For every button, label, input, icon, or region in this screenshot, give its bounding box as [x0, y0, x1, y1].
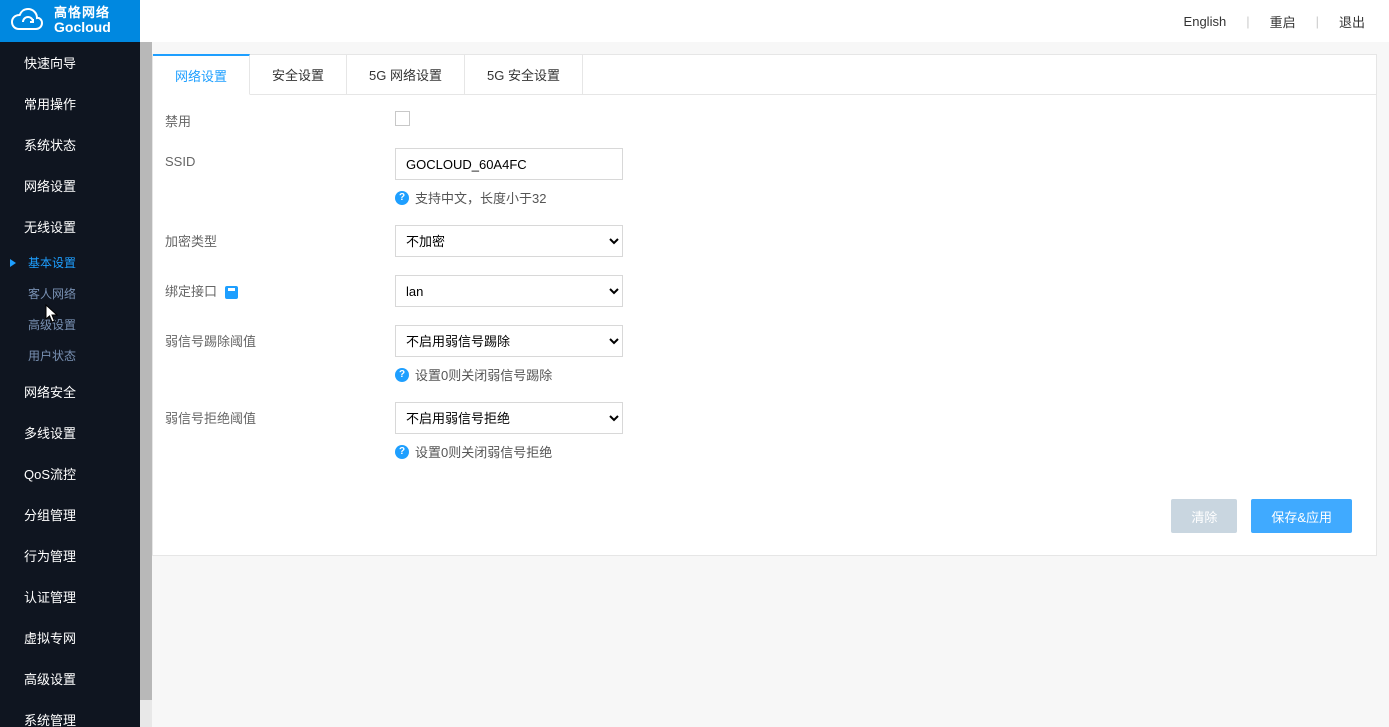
disk-icon[interactable]: [225, 286, 238, 299]
logo-text-en: Gocloud: [54, 20, 111, 35]
weak-reject-select[interactable]: 不启用弱信号拒绝: [395, 402, 623, 434]
sidebar-item-8[interactable]: 分组管理: [0, 494, 140, 535]
bind-label: 绑定接口: [165, 275, 395, 300]
sidebar-subitem-4-3[interactable]: 用户状态: [0, 340, 140, 371]
main-content: 网络设置安全设置5G 网络设置5G 安全设置 禁用 SSID: [140, 42, 1389, 727]
scrollbar-track[interactable]: [140, 42, 152, 727]
encrypt-select[interactable]: 不加密: [395, 225, 623, 257]
tab-0[interactable]: 网络设置: [153, 54, 250, 95]
disable-checkbox[interactable]: [395, 111, 410, 126]
tabs: 网络设置安全设置5G 网络设置5G 安全设置: [153, 55, 1376, 95]
divider: |: [1246, 14, 1249, 29]
help-icon: ?: [395, 191, 409, 205]
form: 禁用 SSID ? 支持中文，长度小于32: [153, 95, 1376, 483]
sidebar-item-4[interactable]: 无线设置: [0, 206, 140, 247]
ssid-help-text: 支持中文，长度小于32: [415, 188, 546, 207]
weak-kick-help-text: 设置0则关闭弱信号踢除: [415, 365, 552, 384]
clear-button[interactable]: 清除: [1171, 499, 1237, 533]
sidebar-item-10[interactable]: 认证管理: [0, 576, 140, 617]
sidebar: 快速向导常用操作系统状态网络设置无线设置基本设置客人网络高级设置用户状态网络安全…: [0, 42, 140, 727]
tab-1[interactable]: 安全设置: [250, 55, 347, 94]
weak-kick-select[interactable]: 不启用弱信号踢除: [395, 325, 623, 357]
sidebar-subitem-4-2[interactable]: 高级设置: [0, 309, 140, 340]
sidebar-item-1[interactable]: 常用操作: [0, 83, 140, 124]
help-icon: ?: [395, 368, 409, 382]
actions-bar: 清除 保存&应用: [153, 483, 1376, 555]
sidebar-subitem-4-0[interactable]: 基本设置: [0, 247, 140, 278]
encrypt-label: 加密类型: [165, 225, 395, 250]
ssid-input[interactable]: [395, 148, 623, 180]
sidebar-item-6[interactable]: 多线设置: [0, 412, 140, 453]
ssid-label: SSID: [165, 148, 395, 169]
sidebar-item-3[interactable]: 网络设置: [0, 165, 140, 206]
tab-3[interactable]: 5G 安全设置: [465, 55, 583, 94]
sidebar-item-0[interactable]: 快速向导: [0, 42, 140, 83]
sidebar-item-9[interactable]: 行为管理: [0, 535, 140, 576]
logo-text-cn: 高恪网络: [54, 6, 111, 20]
logo-area: 高恪网络 Gocloud: [0, 6, 140, 36]
sidebar-item-13[interactable]: 系统管理: [0, 699, 140, 727]
weak-reject-label: 弱信号拒绝阈值: [165, 402, 395, 427]
sidebar-item-5[interactable]: 网络安全: [0, 371, 140, 412]
sidebar-item-2[interactable]: 系统状态: [0, 124, 140, 165]
bind-select[interactable]: lan: [395, 275, 623, 307]
scrollbar-thumb[interactable]: [140, 42, 152, 700]
save-button[interactable]: 保存&应用: [1251, 499, 1352, 533]
language-link[interactable]: English: [1184, 14, 1227, 29]
sidebar-subitem-4-1[interactable]: 客人网络: [0, 278, 140, 309]
disable-label: 禁用: [165, 105, 395, 130]
weak-reject-help-text: 设置0则关闭弱信号拒绝: [415, 442, 552, 461]
logout-link[interactable]: 退出: [1339, 12, 1365, 31]
sidebar-item-7[interactable]: QoS流控: [0, 453, 140, 494]
sidebar-item-11[interactable]: 虚拟专网: [0, 617, 140, 658]
tab-2[interactable]: 5G 网络设置: [347, 55, 465, 94]
header-bar: 高恪网络 Gocloud English | 重启 | 退出: [0, 0, 1389, 42]
help-icon: ?: [395, 445, 409, 459]
weak-kick-label: 弱信号踢除阈值: [165, 325, 395, 350]
sidebar-item-12[interactable]: 高级设置: [0, 658, 140, 699]
divider: |: [1316, 14, 1319, 29]
reboot-link[interactable]: 重启: [1270, 12, 1296, 31]
logo-icon: [10, 8, 44, 34]
